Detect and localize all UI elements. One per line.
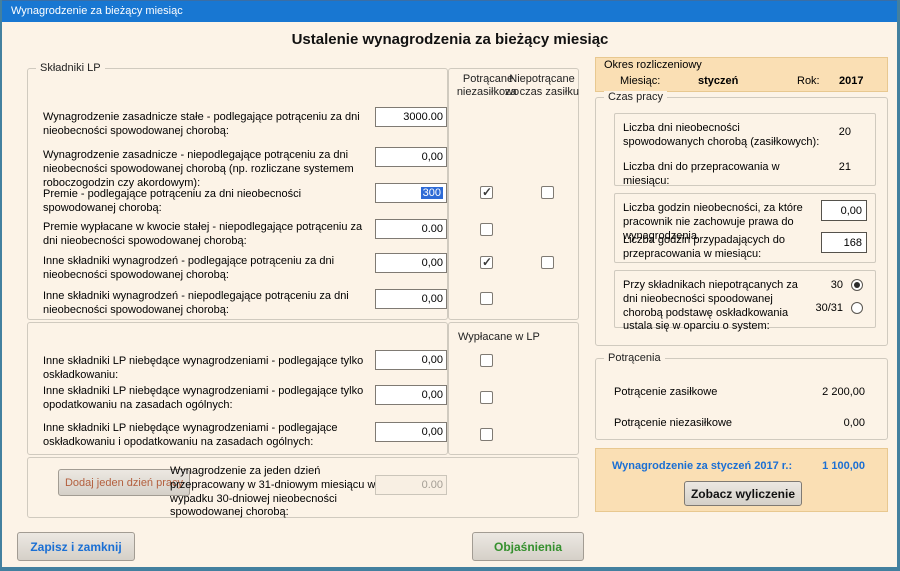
radio-30-label: 30 [811, 279, 843, 293]
okres-rozliczeniowy-box: Okres rozliczeniowy Miesiąc: styczeń Rok… [595, 57, 888, 92]
lp-oskladkowanie-input[interactable]: 0,00 [375, 350, 447, 370]
result-label: Wynagrodzenie za styczeń 2017 r.: [612, 460, 792, 474]
result-value: 1 100,00 [822, 460, 865, 472]
dni-praca-label: Liczba dni do przepracowania w miesiącu: [623, 161, 823, 189]
radio-3031-label: 30/31 [801, 302, 843, 316]
one-day-value-input: 0.00 [375, 475, 447, 495]
radio-3031[interactable] [851, 302, 863, 314]
one-day-label: Wynagrodzenie za jeden dzień przepracowa… [170, 465, 378, 520]
column-header-niepotracane: Niepotrącane za czas zasiłku [505, 73, 579, 99]
radio-30[interactable] [851, 279, 863, 291]
checkbox-panel-lower: Wypłacane w LP [448, 322, 579, 455]
row-label: Inne składniki wynagrodzeń - niepodlegaj… [43, 290, 368, 318]
dni-choroby-value: 20 [839, 126, 851, 138]
wynagrodzenie-niepodlegajace-input[interactable]: 0,00 [375, 147, 447, 167]
rok-label: Rok: [797, 75, 820, 89]
row-label: Inne składniki LP niebędące wynagrodzeni… [43, 355, 368, 383]
potracenie-niezasilkowe-label: Potrącenie niezasiłkowe [614, 417, 732, 431]
dialog-window: Wynagrodzenie za bieżący miesiąc Ustalen… [0, 0, 900, 571]
row-label: Premie wypłacane w kwocie stałej - niepo… [43, 221, 368, 249]
checkbox-panel-upper: Potrącane niezasiłkowo Niepotrącane za c… [448, 68, 579, 320]
godz-praca-input[interactable]: 168 [821, 232, 867, 253]
column-header-wyplacane: Wypłacane w LP [458, 331, 558, 344]
premie-input[interactable]: 300 [375, 183, 447, 203]
checkbox-premie-niepotracane[interactable] [541, 186, 554, 199]
inne-skladniki-podlegajace-input[interactable]: 0,00 [375, 253, 447, 273]
checkbox-lp-opodatkowanie[interactable] [480, 391, 493, 404]
system-label: Przy składnikach niepotrącanych za dni n… [623, 279, 813, 334]
wynagrodzenie-stale-input[interactable]: 3000.00 [375, 107, 447, 127]
premie-stale-input[interactable]: 0.00 [375, 219, 447, 239]
godz-nieobecnosci-input[interactable]: 0,00 [821, 200, 867, 221]
checkbox-inne-niepotracane[interactable] [541, 256, 554, 269]
dni-choroby-label: Liczba dni nieobecności spowodowanych ch… [623, 122, 823, 150]
rok-value: 2017 [839, 75, 863, 89]
potracenia-group: Potrącenia Potrącenie zasiłkowe 2 200,00… [595, 358, 888, 440]
row-label: Wynagrodzenie zasadnicze - niepodlegając… [43, 149, 368, 190]
result-box: Wynagrodzenie za styczeń 2017 r.: 1 100,… [595, 448, 888, 512]
checkbox-lp-oskladkowanie[interactable] [480, 354, 493, 367]
row-label: Inne składniki wynagrodzeń - podlegające… [43, 255, 368, 283]
show-calculation-button[interactable]: Zobacz wyliczenie [684, 481, 802, 506]
checkbox-lp-osklad-opodat[interactable] [480, 428, 493, 441]
row-label: Inne składniki LP niebędące wynagrodzeni… [43, 385, 368, 413]
row-label: Inne składniki LP niebędące wynagrodzeni… [43, 422, 368, 450]
potracenie-zasilkowe-value: 2 200,00 [822, 386, 865, 398]
page-title: Ustalenie wynagrodzenia za bieżący miesi… [2, 31, 898, 48]
explanations-button[interactable]: Objaśnienia [472, 532, 584, 561]
checkbox-premie-stale-potracane[interactable] [480, 223, 493, 236]
dni-praca-value: 21 [839, 161, 851, 173]
okres-title: Okres rozliczeniowy [604, 59, 702, 73]
one-day-group: Dodaj jeden dzień pracy Wynagrodzenie za… [27, 457, 579, 518]
miesiac-label: Miesiąc: [620, 75, 660, 89]
czas-pracy-group: Czas pracy Liczba dni nieobecności spowo… [595, 97, 888, 346]
skladniki-group-title: Składniki LP [36, 62, 105, 74]
checkbox-inne-potracane[interactable] [480, 256, 493, 269]
lp-opodatkowanie-input[interactable]: 0,00 [375, 385, 447, 405]
window-title: Wynagrodzenie za bieżący miesiąc [11, 5, 183, 17]
row-label: Wynagrodzenie zasadnicze stałe - podlega… [43, 111, 368, 139]
title-bar[interactable]: Wynagrodzenie za bieżący miesiąc [0, 0, 900, 22]
potracenia-title: Potrącenia [604, 352, 665, 364]
inne-skladniki-niepodlegajace-input[interactable]: 0,00 [375, 289, 447, 309]
godziny-box: Liczba godzin nieobecności, za które pra… [614, 193, 876, 263]
czas-pracy-title: Czas pracy [604, 91, 667, 103]
checkbox-premie-potracane[interactable] [480, 186, 493, 199]
skladniki-group: Składniki LP Wynagrodzenie zasadnicze st… [27, 68, 448, 320]
save-and-close-button[interactable]: Zapisz i zamknij [17, 532, 135, 561]
godz-praca-label: Liczba godzin przypadających do przeprac… [623, 234, 818, 262]
potracenie-niezasilkowe-value: 0,00 [844, 417, 865, 429]
inne-skladniki-lp-group: Inne składniki LP niebędące wynagrodzeni… [27, 322, 448, 455]
dni-box: Liczba dni nieobecności spowodowanych ch… [614, 113, 876, 186]
checkbox-inne2-potracane[interactable] [480, 292, 493, 305]
lp-osklad-opodat-input[interactable]: 0,00 [375, 422, 447, 442]
row-label: Premie - podlegające potrąceniu za dni n… [43, 188, 368, 216]
system-box: Przy składnikach niepotrącanych za dni n… [614, 270, 876, 328]
miesiac-value: styczeń [698, 75, 738, 89]
potracenie-zasilkowe-label: Potrącenie zasiłkowe [614, 386, 717, 400]
